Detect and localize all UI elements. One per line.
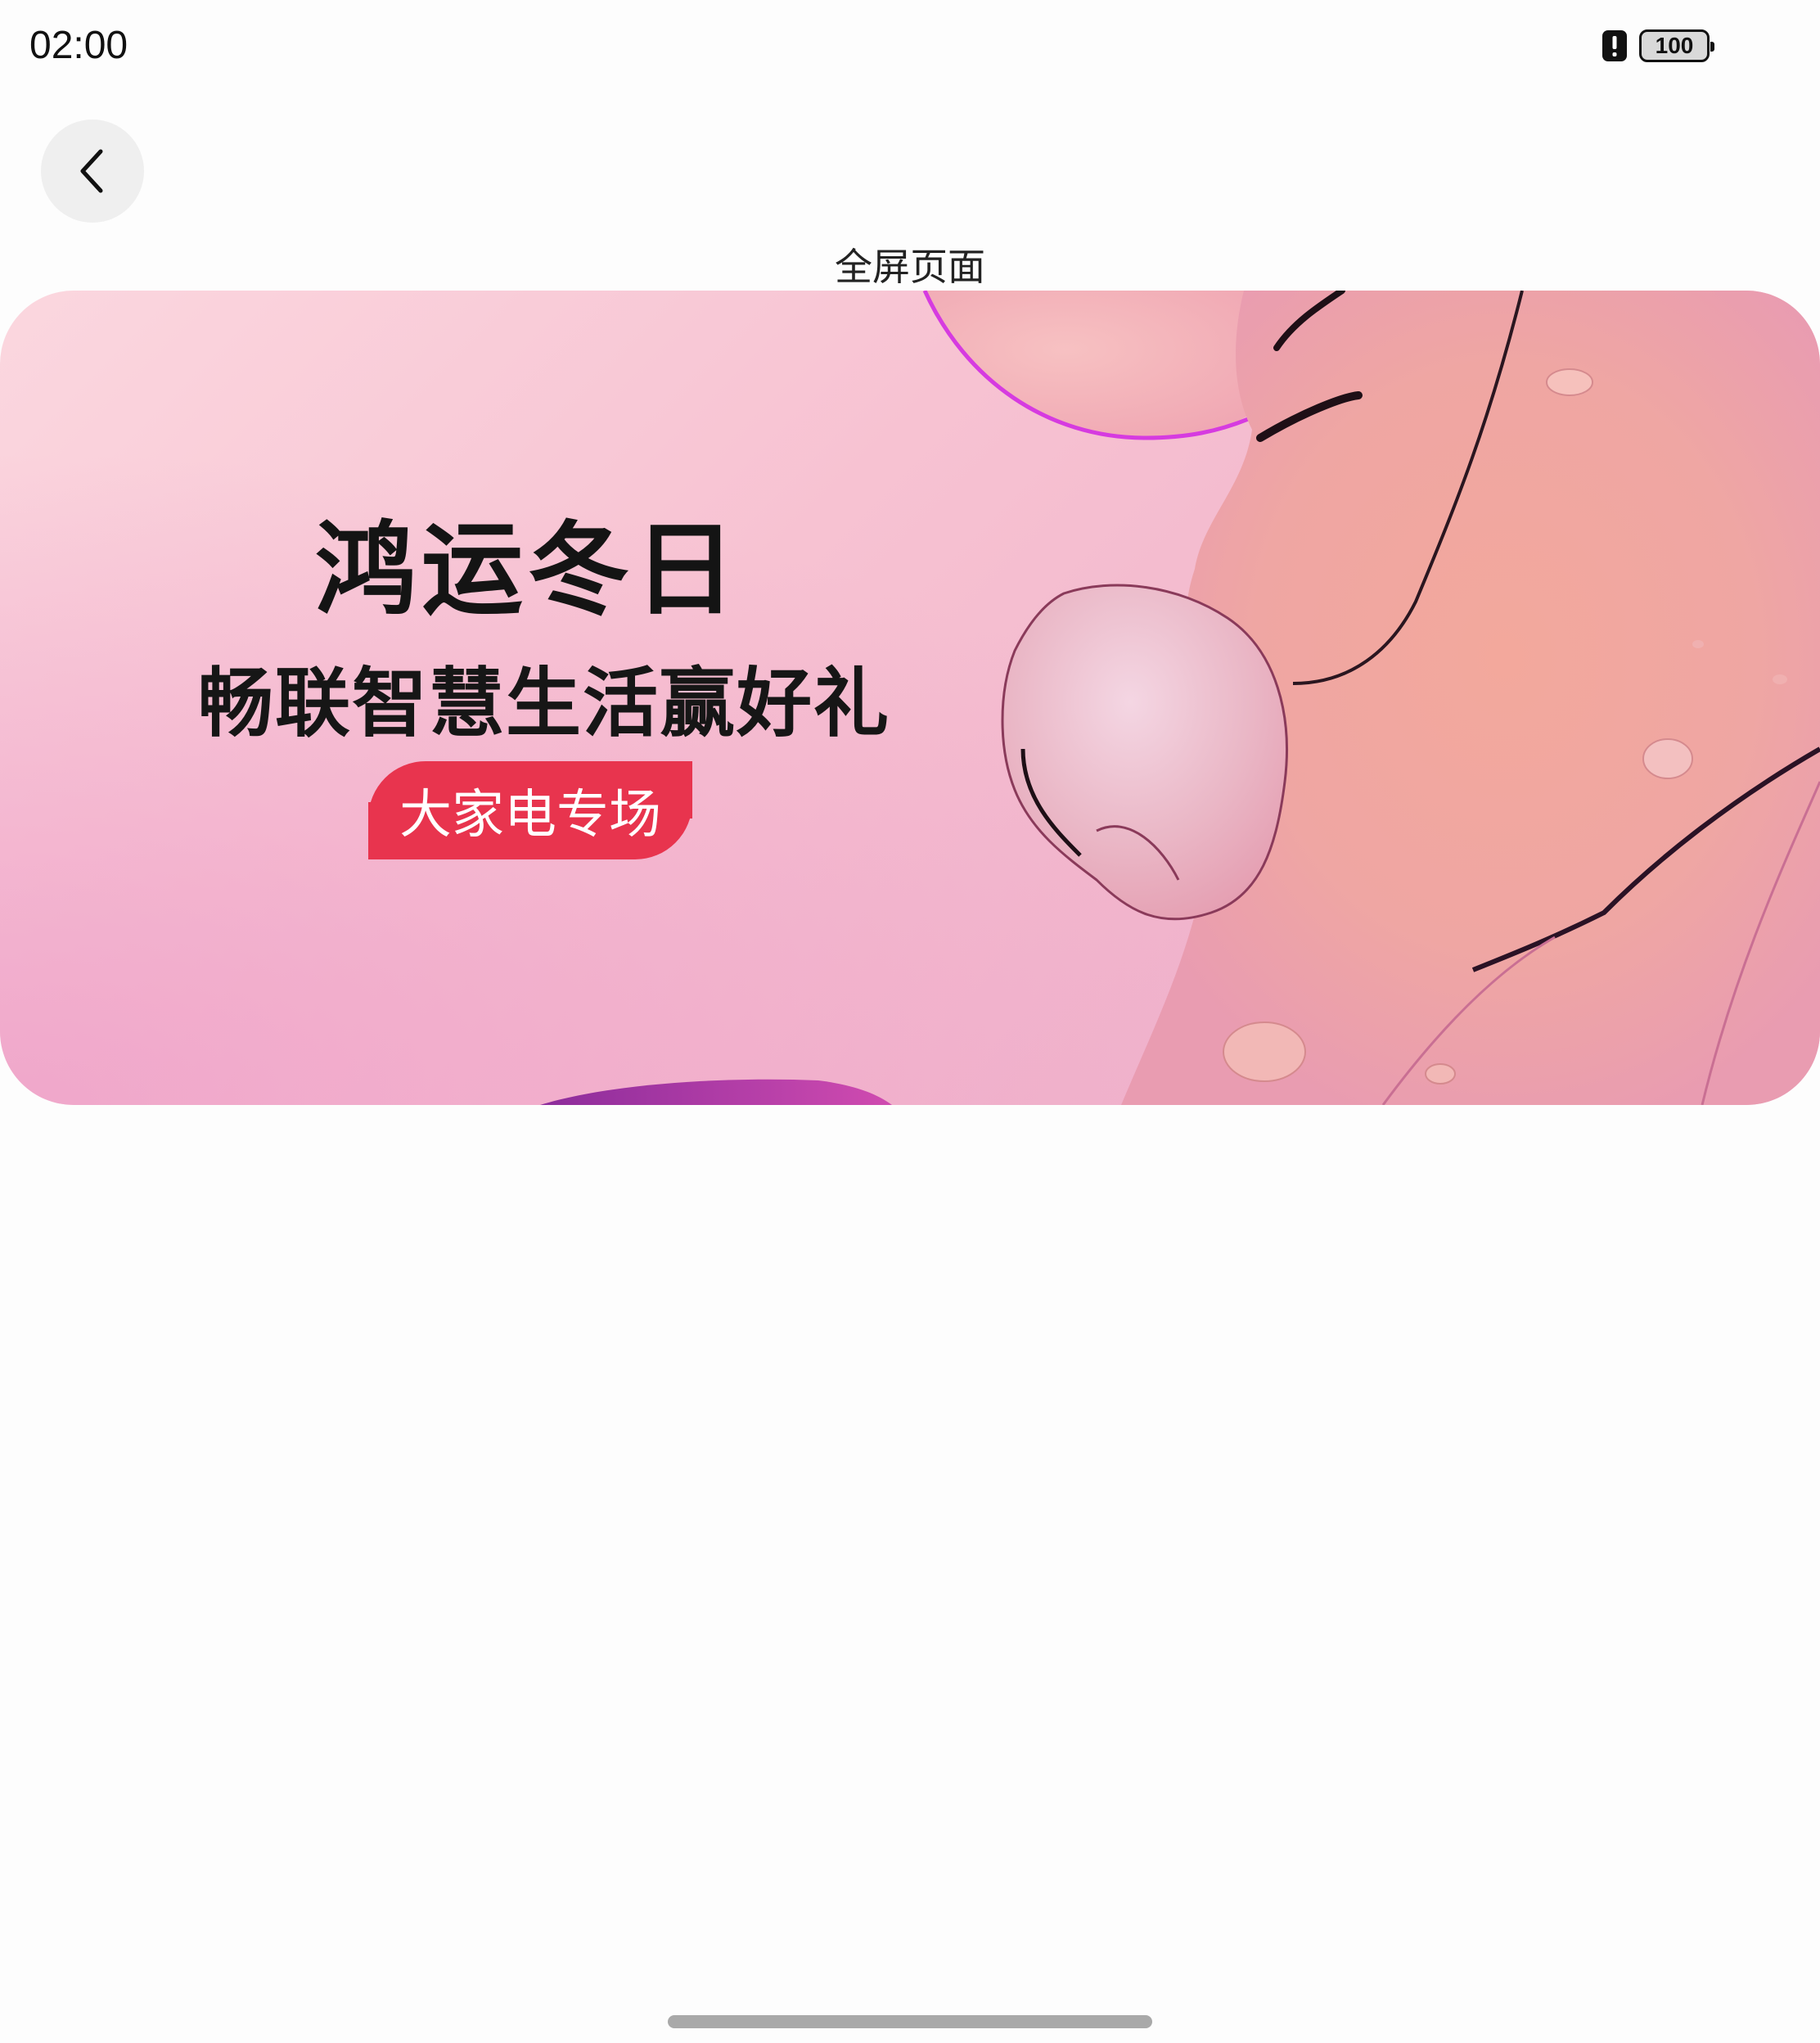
page-title: 全屏页面 — [835, 245, 985, 289]
banner-subline: 畅联智慧生活赢好礼 — [197, 660, 890, 747]
battery-level: 100 — [1655, 33, 1694, 58]
status-icons: 100 — [1602, 29, 1714, 62]
home-indicator[interactable] — [668, 2015, 1152, 2028]
status-bar: 02:00 100 — [0, 0, 1820, 98]
banner-tag-label: 大家电专场 — [399, 785, 661, 846]
screen: 02:00 100 全屏页面 鸿运冬日 畅联智慧生活赢好礼 大家电专场 — [0, 0, 1820, 2043]
promo-banner[interactable]: 鸿运冬日 畅联智慧生活赢好礼 大家电专场 — [0, 291, 1820, 1105]
banner-tag[interactable]: 大家电专场 — [368, 761, 692, 859]
chevron-left-icon — [80, 149, 103, 193]
banner-headline: 鸿运冬日 — [314, 512, 741, 629]
status-time: 02:00 — [29, 24, 128, 67]
alert-icon — [1602, 30, 1627, 61]
back-button[interactable] — [41, 120, 144, 223]
battery-icon: 100 — [1639, 29, 1714, 62]
